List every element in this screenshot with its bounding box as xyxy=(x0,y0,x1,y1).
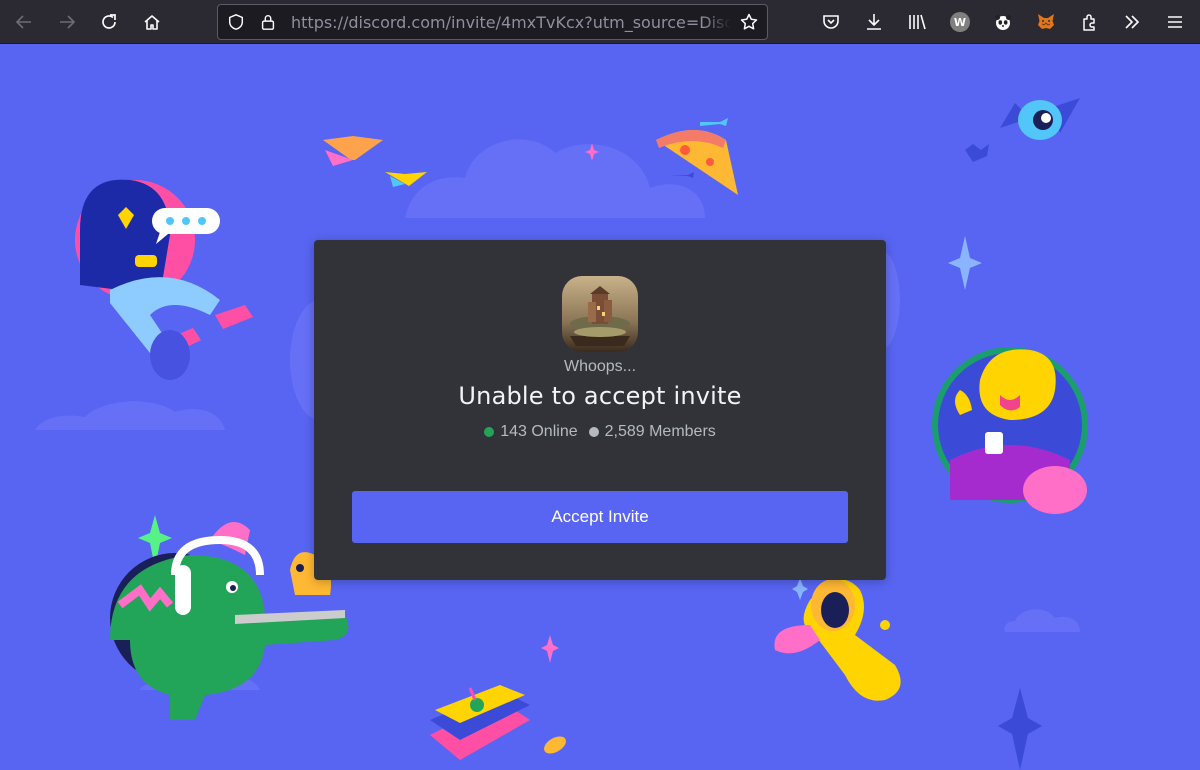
bat-creature-icon xyxy=(965,98,1080,162)
home-icon xyxy=(144,15,160,30)
extension-w-button[interactable]: W xyxy=(944,6,976,38)
members-stat: 2,589 Members xyxy=(588,423,716,441)
browser-toolbar: https://discord.com/invite/4mxTvKcx?utm_… xyxy=(0,0,1200,44)
library-button[interactable] xyxy=(901,6,933,38)
pizza-slice-icon xyxy=(656,118,738,195)
members-dot-icon xyxy=(588,427,599,437)
lock-icon[interactable] xyxy=(258,12,278,32)
forward-button[interactable] xyxy=(51,6,83,38)
metamask-button[interactable] xyxy=(1030,6,1062,38)
download-icon xyxy=(867,14,881,30)
online-stat: 143 Online xyxy=(484,423,578,441)
reload-icon xyxy=(102,14,116,29)
url-text[interactable]: https://discord.com/invite/4mxTvKcx?utm_… xyxy=(291,13,731,33)
online-count: 143 Online xyxy=(500,423,578,440)
invite-card: Whoops... Unable to accept invite 143 On… xyxy=(314,240,886,580)
downloads-button[interactable] xyxy=(858,6,890,38)
bookmark-star-icon[interactable] xyxy=(739,12,759,32)
horn-creature-icon xyxy=(774,579,901,701)
shield-icon[interactable] xyxy=(226,12,246,32)
invite-subtitle: Whoops... xyxy=(563,358,637,375)
panda-extension-button[interactable] xyxy=(987,6,1019,38)
reload-button[interactable] xyxy=(93,6,125,38)
overflow-chevrons-icon xyxy=(1125,15,1140,29)
address-bar[interactable]: https://discord.com/invite/4mxTvKcx?utm_… xyxy=(217,4,768,40)
flying-book-icon xyxy=(323,136,427,187)
extensions-button[interactable] xyxy=(1074,6,1106,38)
server-icon xyxy=(562,276,638,352)
pocket-button[interactable] xyxy=(815,6,847,38)
hamburger-menu-icon xyxy=(1168,16,1182,28)
online-dot-icon xyxy=(484,427,495,437)
invite-error-title: Unable to accept invite xyxy=(458,382,742,410)
pocket-icon xyxy=(823,15,839,29)
green-dinosaur-character xyxy=(110,522,349,720)
app-menu-button[interactable] xyxy=(1159,6,1191,38)
home-button[interactable] xyxy=(136,6,168,38)
accept-invite-button[interactable]: Accept Invite xyxy=(352,491,848,543)
forward-icon xyxy=(60,15,76,29)
back-icon xyxy=(15,15,31,29)
overflow-button[interactable] xyxy=(1116,6,1148,38)
yellow-creature-in-circle xyxy=(932,347,1088,514)
extension-w-icon: W xyxy=(950,12,970,32)
member-count: 2,589 Members xyxy=(604,423,716,440)
metamask-fox-icon xyxy=(1038,14,1054,29)
server-stats: 143 Online 2,589 Members xyxy=(314,423,886,441)
extensions-puzzle-icon xyxy=(1083,14,1095,31)
back-button[interactable] xyxy=(8,6,40,38)
panda-extension-icon xyxy=(995,15,1011,30)
girl-with-phone-character xyxy=(75,179,253,380)
sandwich-console-icon xyxy=(430,685,566,760)
library-icon xyxy=(909,14,926,30)
